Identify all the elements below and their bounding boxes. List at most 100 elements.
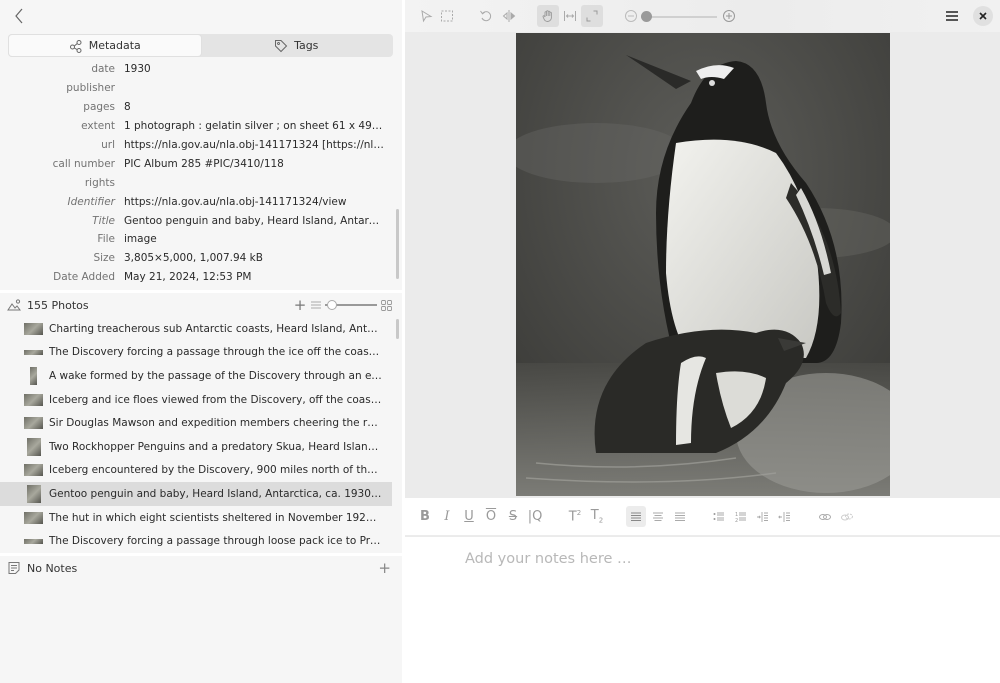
strikethrough-button[interactable]: S xyxy=(503,506,523,527)
add-note-button[interactable]: + xyxy=(378,559,391,577)
flip-horizontal-icon xyxy=(502,10,516,22)
thumbnail-image xyxy=(24,349,43,355)
photo-list-item[interactable]: Gentoo penguin and baby, Heard Island, A… xyxy=(0,482,392,506)
hamburger-menu-icon xyxy=(946,11,958,21)
photo-title: Two Rockhopper Penguins and a predatory … xyxy=(49,440,382,453)
indent-button[interactable] xyxy=(753,506,773,527)
svg-text:2: 2 xyxy=(735,518,738,524)
photo-list-item[interactable]: Iceberg and ice floes viewed from the Di… xyxy=(0,388,400,412)
photo-thumbnail xyxy=(24,531,43,551)
clear-format-button[interactable]: |Q xyxy=(525,506,545,527)
fit-width-button[interactable] xyxy=(559,5,581,27)
metadata-row-identifier: Identifier https://nla.gov.au/nla.obj-14… xyxy=(0,192,394,211)
photo-display[interactable] xyxy=(516,33,890,496)
metadata-value[interactable]: https://nla.gov.au/nla.obj-141171324 [ht… xyxy=(124,139,394,151)
metadata-value[interactable]: Gentoo penguin and baby, Heard Island, A… xyxy=(124,215,394,227)
photo-list-item[interactable]: Charting treacherous sub Antarctic coast… xyxy=(0,317,400,341)
dashed-rectangle-icon xyxy=(441,10,453,22)
overline-button[interactable]: O xyxy=(481,506,501,527)
tab-metadata[interactable]: Metadata xyxy=(9,35,201,56)
numbered-list-button[interactable]: 12 xyxy=(731,506,751,527)
italic-button[interactable]: I xyxy=(437,506,457,527)
metadata-value[interactable]: https://nla.gov.au/nla.obj-141171324/vie… xyxy=(124,196,394,208)
photo-thumbnail xyxy=(24,484,43,504)
photo-thumbnail xyxy=(24,366,43,386)
thumbnail-image xyxy=(24,511,43,524)
thumbnail-size-slider[interactable] xyxy=(311,299,377,311)
note-icon xyxy=(8,562,20,574)
photo-title: Iceberg and ice floes viewed from the Di… xyxy=(49,393,382,406)
notes-input[interactable] xyxy=(465,551,965,567)
bold-button[interactable]: B xyxy=(415,506,435,527)
flip-button[interactable] xyxy=(498,5,520,27)
thumbnail-image xyxy=(26,437,41,456)
grid-view-icon[interactable] xyxy=(381,299,392,311)
area-select-button[interactable] xyxy=(436,5,458,27)
metadata-key: Size xyxy=(93,252,115,265)
photo-thumbnail xyxy=(24,390,43,410)
photos-header: 155 Photos + xyxy=(0,295,400,315)
bullet-list-button[interactable] xyxy=(709,506,729,527)
tab-tags[interactable]: Tags xyxy=(201,35,393,56)
slider-knob[interactable] xyxy=(327,300,338,310)
zoom-in-button[interactable] xyxy=(718,5,740,27)
metadata-scrollbar[interactable] xyxy=(396,209,399,279)
photo-list-item[interactable]: A wake formed by the passage of the Disc… xyxy=(0,364,400,388)
notes-count: No Notes xyxy=(27,561,78,575)
penguin-photo xyxy=(516,33,890,496)
metadata-row-call-number: call number PIC Album 285 #PIC/3410/118 xyxy=(0,154,394,173)
underline-button[interactable]: U xyxy=(459,506,479,527)
metadata-key: call number xyxy=(52,157,115,170)
metadata-value[interactable]: 1930 xyxy=(124,63,394,75)
photo-list-item[interactable]: The Discovery forcing a passage through … xyxy=(0,529,400,553)
photo-thumbnail xyxy=(24,413,43,433)
photo-thumbnail xyxy=(24,460,43,480)
back-button[interactable] xyxy=(10,6,28,26)
metadata-key: date xyxy=(91,63,115,76)
photo-list-item[interactable]: Sir Douglas Mawson and expedition member… xyxy=(0,411,400,435)
plus-circle-icon xyxy=(723,10,735,22)
align-justify-button[interactable] xyxy=(670,506,690,527)
subscript-button[interactable]: T2 xyxy=(587,506,607,527)
metadata-value: image xyxy=(124,233,157,246)
chevron-left-icon xyxy=(15,8,23,24)
photo-list-item[interactable]: The Discovery forcing a passage through … xyxy=(0,341,400,365)
align-left-button[interactable] xyxy=(626,506,646,527)
photo-list-item[interactable]: The hut in which eight scientists shelte… xyxy=(0,506,400,530)
metadata-value[interactable]: 8 xyxy=(124,101,394,113)
image-viewer[interactable] xyxy=(405,32,1000,496)
superscript-button[interactable]: T2 xyxy=(565,506,585,527)
fit-page-button[interactable] xyxy=(581,5,603,27)
metadata-value[interactable]: 1 photograph : gelatin silver ; on sheet… xyxy=(124,120,394,132)
metadata-value: May 21, 2024, 12:53 PM xyxy=(124,271,252,284)
select-tool-button[interactable] xyxy=(415,5,437,27)
photo-list-item[interactable]: Two Rockhopper Penguins and a predatory … xyxy=(0,435,400,459)
add-photo-button[interactable]: + xyxy=(293,297,307,313)
rotate-button[interactable] xyxy=(475,5,497,27)
metadata-value[interactable]: PIC Album 285 #PIC/3410/118 xyxy=(124,158,394,170)
photo-list-item[interactable]: Iceberg encountered by the Discovery, 90… xyxy=(0,459,400,483)
expand-icon xyxy=(586,10,598,22)
zoom-out-button[interactable] xyxy=(620,5,642,27)
pan-tool-button[interactable] xyxy=(537,5,559,27)
thumbnail-image xyxy=(24,417,43,430)
photo-title: Sir Douglas Mawson and expedition member… xyxy=(49,417,382,430)
align-center-button[interactable] xyxy=(648,506,668,527)
outdent-button[interactable] xyxy=(775,506,795,527)
photo-title: Charting treacherous sub Antarctic coast… xyxy=(49,322,382,335)
viewer-toolbar xyxy=(405,0,1000,32)
menu-button[interactable] xyxy=(943,7,961,25)
remove-link-button[interactable] xyxy=(837,506,857,527)
zoom-slider-knob[interactable] xyxy=(641,11,652,22)
photo-thumbnail xyxy=(24,508,43,528)
insert-link-button[interactable] xyxy=(815,506,835,527)
thumbnail-image xyxy=(24,538,43,544)
fit-width-icon xyxy=(564,11,576,21)
formatting-toolbar: B I U O S |Q T2 T2 12 xyxy=(405,498,1000,536)
photo-list-scrollbar[interactable] xyxy=(396,319,399,339)
metadata-key: Date Added xyxy=(53,271,115,284)
close-button[interactable] xyxy=(973,6,993,26)
zoom-slider[interactable] xyxy=(641,16,717,18)
align-center-icon xyxy=(653,512,663,521)
photo-thumbnail xyxy=(24,342,43,362)
